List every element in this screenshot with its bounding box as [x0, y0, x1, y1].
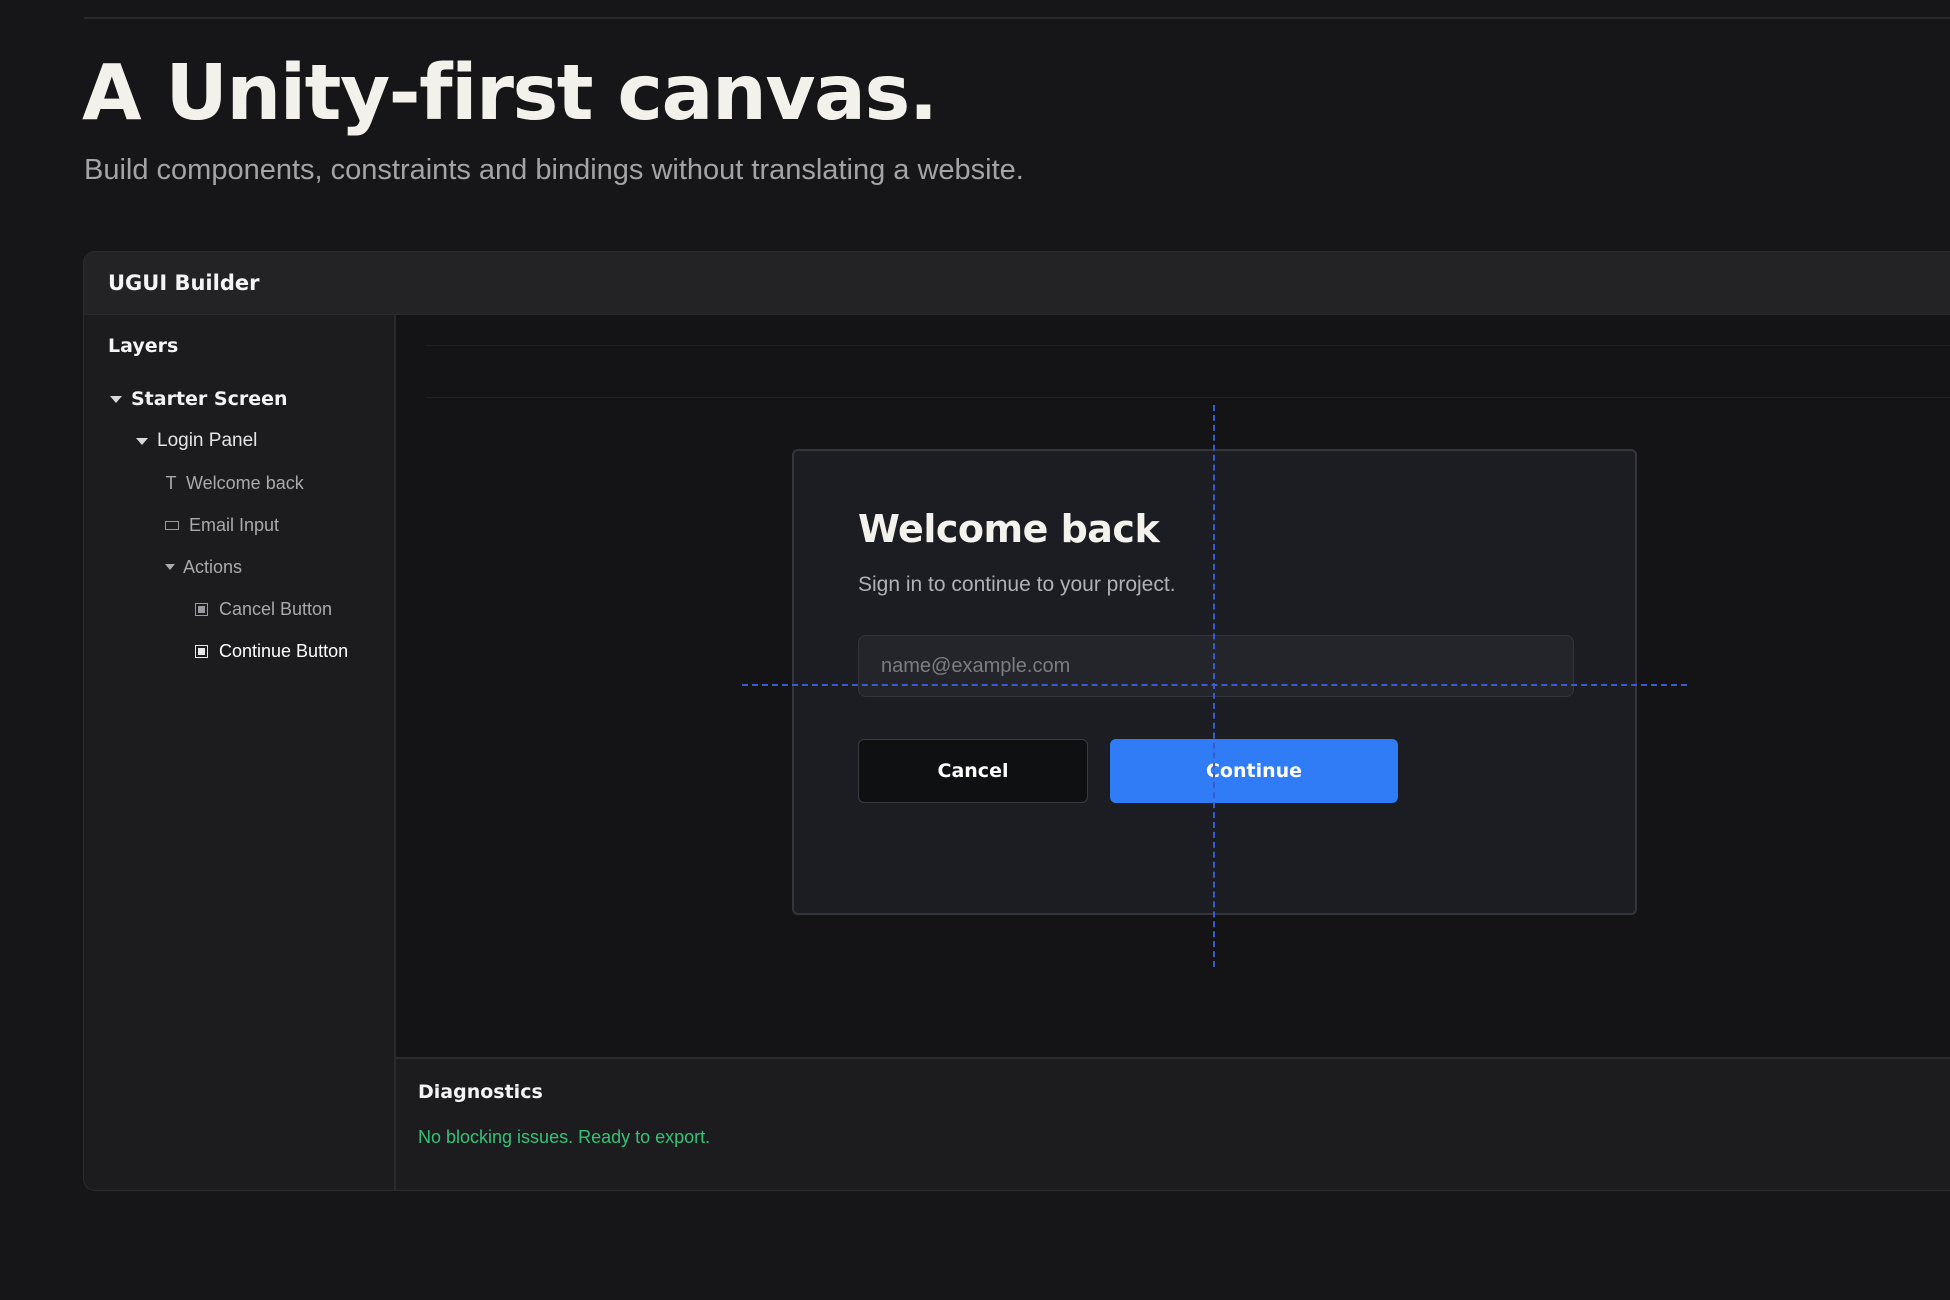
builder-header: UGUI Builder [84, 252, 1950, 315]
hero-subtitle: Build components, constraints and bindin… [84, 154, 1024, 186]
caret-down-icon[interactable] [110, 395, 122, 403]
email-input[interactable] [858, 635, 1574, 697]
ugui-builder-window: UGUI Builder Layers Starter Screen Login… [83, 251, 1950, 1191]
caret-down-icon[interactable] [136, 437, 148, 445]
layer-email-input[interactable]: Email Input [165, 510, 279, 540]
layer-label: Email Input [189, 514, 280, 535]
layer-welcome-back[interactable]: T Welcome back [163, 468, 304, 498]
layer-label: Welcome back [186, 472, 304, 493]
canvas-divider [426, 345, 1950, 346]
layer-label: Login Panel [157, 430, 258, 451]
diagnostics-title: Diagnostics [418, 1081, 543, 1103]
layer-label: Starter Screen [131, 388, 288, 410]
welcome-title[interactable]: Welcome back [858, 507, 1160, 551]
button-square-icon [195, 602, 208, 616]
button-square-icon [195, 644, 208, 658]
hero-title: A Unity-first canvas. [82, 49, 938, 138]
continue-button[interactable]: Continue [1110, 739, 1398, 803]
input-rect-icon [165, 520, 179, 530]
layer-starter-screen[interactable]: Starter Screen [110, 384, 288, 414]
diagnostics-panel: Diagnostics No blocking issues. Ready to… [396, 1057, 1950, 1190]
layer-login-panel[interactable]: Login Panel [136, 426, 257, 456]
layer-label: Actions [183, 556, 243, 577]
layer-label: Continue Button [219, 640, 349, 661]
layers-heading: Layers [108, 335, 179, 357]
vertical-center-guide [1213, 405, 1215, 967]
layer-label: Cancel Button [219, 598, 333, 619]
layer-actions[interactable]: Actions [165, 552, 242, 582]
diagnostics-status: No blocking issues. Ready to export. [418, 1127, 711, 1147]
layer-cancel-button[interactable]: Cancel Button [195, 594, 332, 624]
cancel-button[interactable]: Cancel [858, 739, 1088, 803]
caret-down-icon[interactable] [165, 564, 175, 570]
layers-panel: Layers Starter Screen Login Panel T Welc… [84, 315, 396, 1190]
layer-continue-button[interactable]: Continue Button [195, 636, 348, 666]
text-icon: T [165, 472, 177, 493]
horizontal-center-guide [742, 684, 1687, 686]
welcome-subtitle[interactable]: Sign in to continue to your project. [858, 573, 1176, 597]
top-divider [84, 17, 1950, 19]
builder-title: UGUI Builder [108, 271, 260, 295]
design-canvas[interactable]: Welcome back Sign in to continue to your… [396, 315, 1950, 1057]
canvas-divider [426, 397, 1950, 398]
